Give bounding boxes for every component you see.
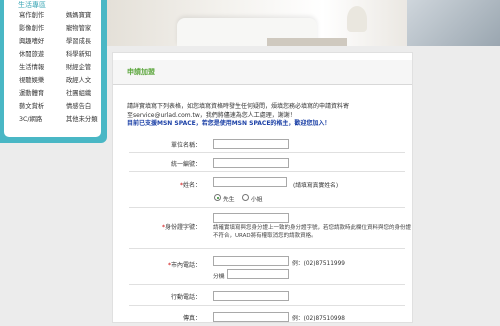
category-row: 藝文賞析 情感告白 xyxy=(4,101,101,113)
category-link[interactable]: 運動體育 xyxy=(19,88,44,100)
category-row: 視聽娛樂 政經人文 xyxy=(4,75,101,87)
category-link[interactable]: 寵物管家 xyxy=(66,23,91,35)
category-row: 運動體育 社團組織 xyxy=(4,88,101,100)
category-link[interactable]: 興趣嗜好 xyxy=(19,36,44,48)
category-menu-title: 生活專區 xyxy=(18,1,46,9)
gender-female-radio[interactable] xyxy=(242,194,249,201)
unit-name-label: 單位名稱： xyxy=(170,142,201,149)
category-link[interactable]: 休閒旅遊 xyxy=(19,49,44,61)
gender-male-label: 先生 xyxy=(223,197,235,203)
name-label-wrap: *姓名： xyxy=(129,180,201,189)
form-row-mobile: 行動電話： xyxy=(129,287,405,306)
phone-example: 例：(02)87511999 xyxy=(292,261,345,267)
header-banner-image xyxy=(107,0,500,46)
category-link[interactable]: 視聽娛樂 xyxy=(19,75,44,87)
intro-msn-notice: 目前已支援MSN SPACE，若您是使用MSN SPACE的格主，歡迎您加入！ xyxy=(127,120,331,127)
category-link[interactable]: 政經人文 xyxy=(66,75,91,87)
form-row-phone: *市內電話： 例：(02)87511999 分機 xyxy=(129,251,405,285)
category-menu-panel: 生活專區 寫作創作 媽媽寶寶 影像創作 寵物管家 興趣嗜好 學習成長 休閒旅遊 … xyxy=(4,0,101,137)
intro-text: 請詳實填寫下列表格，如您填寫資格時發生任何疑問，煩填您務必填寫的申請資料寄 至s… xyxy=(127,103,402,129)
phone-label-wrap: *市內電話： xyxy=(129,260,201,269)
intro-line: 請詳實填寫下列表格，如您填寫資格時發生任何疑問，煩填您務必填寫的申請資料寄 xyxy=(127,103,350,110)
category-link[interactable]: 財經企管 xyxy=(66,62,91,74)
category-link[interactable]: 科學新知 xyxy=(66,49,91,61)
name-label: 姓名： xyxy=(182,182,201,189)
banner-table-shape xyxy=(267,38,347,46)
category-menu: 生活專區 寫作創作 媽媽寶寶 影像創作 寵物管家 興趣嗜好 學習成長 休閒旅遊 … xyxy=(0,0,107,143)
category-link[interactable]: 學習成長 xyxy=(66,36,91,48)
banner-lamp-shape xyxy=(347,6,367,32)
category-link[interactable]: 媽媽寶寶 xyxy=(66,10,91,22)
form-row-name: *姓名： (請填寫真實姓名) 先生 小姐 xyxy=(129,174,405,208)
name-hint: (請填寫真實姓名) xyxy=(293,183,339,189)
mobile-input[interactable] xyxy=(213,291,289,301)
category-link[interactable]: 藝文賞析 xyxy=(19,101,44,113)
id-label-wrap: *身份證字號： xyxy=(129,222,201,231)
intro-line: 至service@urlad.com.tw，我們將儘速為您人工處理，謝謝！ xyxy=(127,111,296,119)
form-row-id: *身份證字號： 請確實填寫與您身分證上一致的身分證字號，若您請款時此欄位資料與您… xyxy=(129,210,411,249)
category-row: 生活情報 財經企管 xyxy=(4,62,101,74)
form-header: 申請加盟 xyxy=(113,60,412,85)
gender-female-label: 小姐 xyxy=(251,197,263,203)
page-title: 申請加盟 xyxy=(127,68,155,76)
name-input[interactable] xyxy=(213,177,287,187)
category-link[interactable]: 社團組織 xyxy=(66,88,91,100)
banner-person-shape xyxy=(407,0,500,46)
phone-input[interactable] xyxy=(213,256,289,266)
extension-label: 分機 xyxy=(213,274,225,280)
id-number-input[interactable] xyxy=(213,213,289,223)
category-row: 3C/網路 其他未分類 xyxy=(4,114,101,126)
extension-input[interactable] xyxy=(227,269,289,279)
form-row-tax-id: 統一編號： xyxy=(129,155,405,172)
category-row: 興趣嗜好 學習成長 xyxy=(4,36,101,48)
category-row: 影像創作 寵物管家 xyxy=(4,23,101,35)
category-link[interactable]: 寫作創作 xyxy=(19,10,44,22)
id-label: 身份證字號： xyxy=(164,224,201,231)
category-link[interactable]: 3C/網路 xyxy=(19,114,42,126)
category-link[interactable]: 生活情報 xyxy=(19,62,44,74)
phone-label: 市內電話： xyxy=(170,262,201,269)
application-panel: 申請加盟 請詳實填寫下列表格，如您填寫資格時發生任何疑問，煩填您務必填寫的申請資… xyxy=(112,52,413,323)
category-row: 休閒旅遊 科學新知 xyxy=(4,49,101,61)
category-link[interactable]: 其他未分類 xyxy=(66,114,97,126)
category-row: 寫作創作 媽媽寶寶 xyxy=(4,10,101,22)
gender-male-radio[interactable] xyxy=(214,194,221,201)
form-row-fax: 傳真： 例：(02)87510998 xyxy=(129,308,405,326)
mobile-label: 行動電話： xyxy=(170,294,201,301)
unit-name-input[interactable] xyxy=(213,139,289,149)
form-row-unit-name: 單位名稱： xyxy=(129,136,405,153)
id-note-text: 請確實填寫與您身分證上一致的身分證字號，若您請款時此欄位資料與您的身份證不符合，… xyxy=(213,225,412,239)
category-link[interactable]: 影像創作 xyxy=(19,23,44,35)
tax-id-label: 統一編號： xyxy=(170,161,201,168)
tax-id-input[interactable] xyxy=(213,158,289,168)
category-link[interactable]: 情感告白 xyxy=(66,101,91,113)
